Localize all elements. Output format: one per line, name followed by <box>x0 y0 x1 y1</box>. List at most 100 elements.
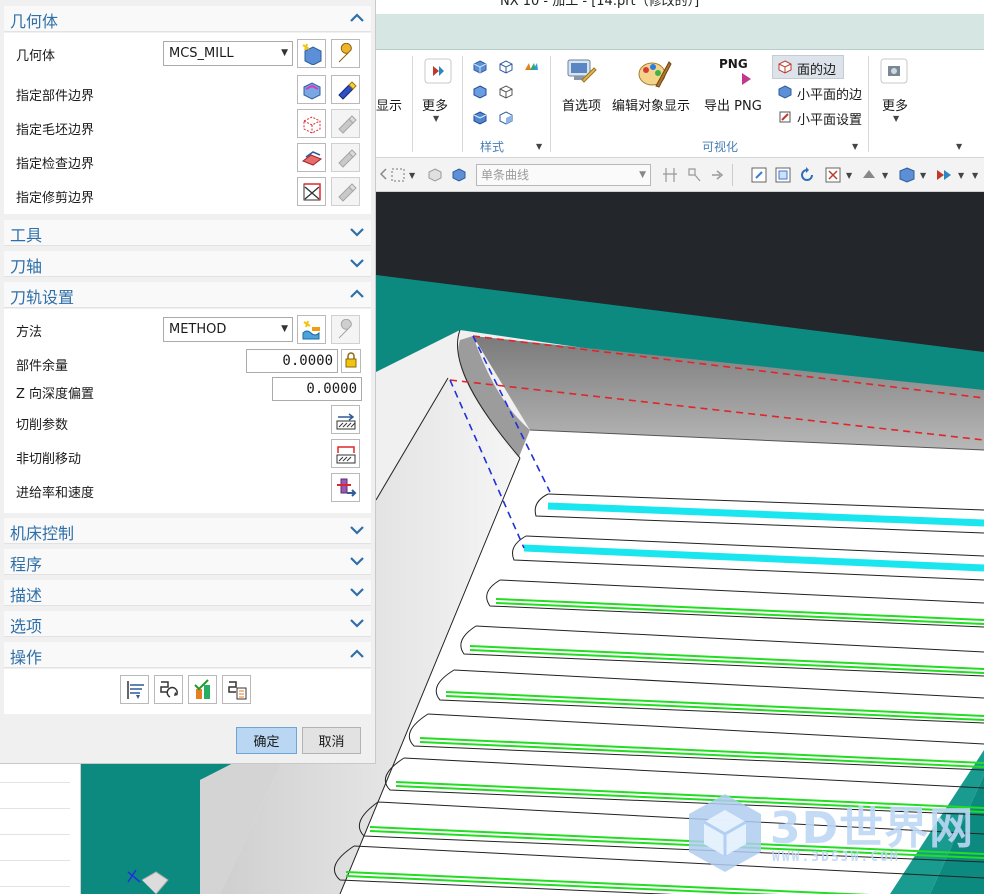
stop-at-intersection-icon[interactable] <box>686 166 702 184</box>
geometry-select[interactable]: MCS_MILL ▼ <box>163 41 293 66</box>
ribbon-overflow-caret[interactable]: ▼ <box>956 142 962 151</box>
section-geometry-header[interactable]: 几何体 <box>4 6 371 32</box>
zoom-icon[interactable] <box>774 166 792 184</box>
orient-view-icon[interactable] <box>824 166 842 184</box>
select-caret[interactable]: ▼ <box>409 171 415 180</box>
method-select[interactable]: METHOD ▼ <box>163 317 293 342</box>
chevron-down-icon[interactable] <box>349 522 365 538</box>
non-cutting-moves-button[interactable] <box>331 439 360 468</box>
non-cutting-moves-label: 非切削移动 <box>16 452 82 467</box>
part-stock-input[interactable]: 0.0000 <box>246 349 338 373</box>
ribbon-preferences-label[interactable]: 首选项 <box>562 95 601 114</box>
new-geometry-button[interactable] <box>297 39 326 68</box>
chevron-down-icon[interactable] <box>349 615 365 631</box>
style-group-caret[interactable]: ▼ <box>536 142 542 151</box>
cutting-params-button[interactable] <box>331 405 360 434</box>
more-visualization-icon[interactable] <box>880 58 908 84</box>
orient-caret[interactable]: ▼ <box>846 171 852 180</box>
render-caret[interactable]: ▼ <box>882 171 888 180</box>
intersection-icon[interactable] <box>662 166 678 184</box>
facet-edges-icon[interactable] <box>778 85 792 99</box>
hidden-edges-cube-icon[interactable] <box>499 85 513 99</box>
shaded-caret[interactable]: ▼ <box>920 171 926 180</box>
section-tool-header[interactable]: 工具 <box>4 220 371 246</box>
ribbon-tab-strip <box>376 14 984 50</box>
more-caret-2[interactable]: ▼ <box>893 114 899 123</box>
section-path-settings-header[interactable]: 刀轨设置 <box>4 282 371 308</box>
new-method-button[interactable] <box>297 315 326 344</box>
studio-cube-icon[interactable] <box>524 60 538 74</box>
chevron-down-icon[interactable] <box>349 584 365 600</box>
display-trim-boundary-button[interactable] <box>331 177 360 206</box>
shaded-cube-icon[interactable] <box>473 60 487 74</box>
curve-rule-dropdown[interactable]: 单条曲线 ▼ <box>476 164 651 186</box>
chevron-up-icon[interactable] <box>349 286 365 302</box>
png-icon-text[interactable]: PNG <box>719 57 748 71</box>
facet-settings-icon[interactable] <box>778 110 792 124</box>
shaded-edges-cube-icon[interactable] <box>473 85 487 99</box>
preferences-icon[interactable] <box>564 56 598 90</box>
partially-shaded-cube-icon[interactable] <box>499 111 513 125</box>
section-tool-axis-header[interactable]: 刀轴 <box>4 251 371 277</box>
fit-view-icon[interactable] <box>750 166 768 184</box>
section-program-header[interactable]: 程序 <box>4 549 371 575</box>
toolbar-overflow-caret[interactable]: ▼ <box>972 171 978 180</box>
face-analysis-cube-icon[interactable] <box>473 111 487 125</box>
flashlight-disabled-icon <box>338 183 357 202</box>
display-more-icon[interactable] <box>934 166 954 184</box>
section-actions-header[interactable]: 操作 <box>4 642 371 668</box>
render-style-icon[interactable] <box>860 166 878 184</box>
z-depth-offset-input[interactable]: 0.0000 <box>272 377 362 401</box>
wireframe-cube-icon[interactable] <box>499 60 513 74</box>
deselect-icon[interactable] <box>426 166 444 184</box>
select-part-boundary-button[interactable] <box>297 75 326 104</box>
edit-object-display-icon[interactable] <box>636 56 672 90</box>
feeds-speeds-button[interactable] <box>331 473 360 502</box>
chevron-down-icon: ▼ <box>639 170 646 180</box>
shaded-view-icon[interactable] <box>898 166 916 184</box>
rotate-icon[interactable] <box>798 166 816 184</box>
export-png-arrow-icon[interactable] <box>740 72 752 86</box>
chevron-down-icon[interactable] <box>349 255 365 271</box>
follow-fillet-icon[interactable] <box>710 167 724 183</box>
visualization-group-caret[interactable]: ▼ <box>852 142 858 151</box>
chevron-up-icon[interactable] <box>349 646 365 662</box>
ok-button[interactable]: 确定 <box>236 727 297 754</box>
part-stock-lock-button[interactable] <box>341 349 361 373</box>
ribbon-facet-settings-label[interactable]: 小平面设置 <box>797 109 862 128</box>
edit-geometry-button[interactable] <box>331 39 360 68</box>
edit-method-button[interactable] <box>331 315 360 344</box>
ribbon-facet-edges-label[interactable]: 小平面的边 <box>797 84 862 103</box>
rectangle-select-icon[interactable] <box>390 167 406 183</box>
ribbon-edit-object-display-label[interactable]: 编辑对象显示 <box>612 95 690 114</box>
select-body-icon[interactable] <box>450 166 468 184</box>
cancel-button[interactable]: 取消 <box>302 727 361 754</box>
chevron-down-icon[interactable] <box>349 224 365 240</box>
display-blank-boundary-button[interactable] <box>331 109 360 138</box>
section-title: 几何体 <box>10 12 59 31</box>
chevron-up-icon[interactable] <box>349 10 365 26</box>
ribbon-display-label[interactable]: 显示 <box>376 95 402 114</box>
generate-toolpath-button[interactable] <box>120 675 149 704</box>
select-blank-boundary-button[interactable] <box>297 109 326 138</box>
section-machine-control-header[interactable]: 机床控制 <box>4 518 371 544</box>
flashlight-disabled-icon <box>338 115 357 134</box>
display-check-boundary-button[interactable] <box>331 143 360 172</box>
verify-toolpath-button[interactable] <box>188 675 217 704</box>
select-trim-boundary-button[interactable] <box>297 177 326 206</box>
more-caret[interactable]: ▼ <box>433 114 439 123</box>
display-more-caret[interactable]: ▼ <box>958 171 964 180</box>
ribbon-more-label-1[interactable]: 更多 <box>422 95 448 114</box>
section-options-header[interactable]: 选项 <box>4 611 371 637</box>
ribbon-export-png-label[interactable]: 导出 PNG <box>704 95 762 114</box>
toolbar-arrow-icon[interactable] <box>378 166 388 182</box>
ribbon-more-label-2[interactable]: 更多 <box>882 95 908 114</box>
section-description-header[interactable]: 描述 <box>4 580 371 606</box>
display-part-boundary-button[interactable] <box>331 75 360 104</box>
replay-toolpath-button[interactable] <box>154 675 183 704</box>
select-check-boundary-button[interactable] <box>297 143 326 172</box>
more-display-icon[interactable] <box>424 58 452 84</box>
chevron-down-icon[interactable] <box>349 553 365 569</box>
list-toolpath-button[interactable] <box>222 675 251 704</box>
planar-mill-dialog: 几何体 几何体 MCS_MILL ▼ 指定部件边界 指定毛坯边界 指定检查边界 <box>0 0 376 764</box>
